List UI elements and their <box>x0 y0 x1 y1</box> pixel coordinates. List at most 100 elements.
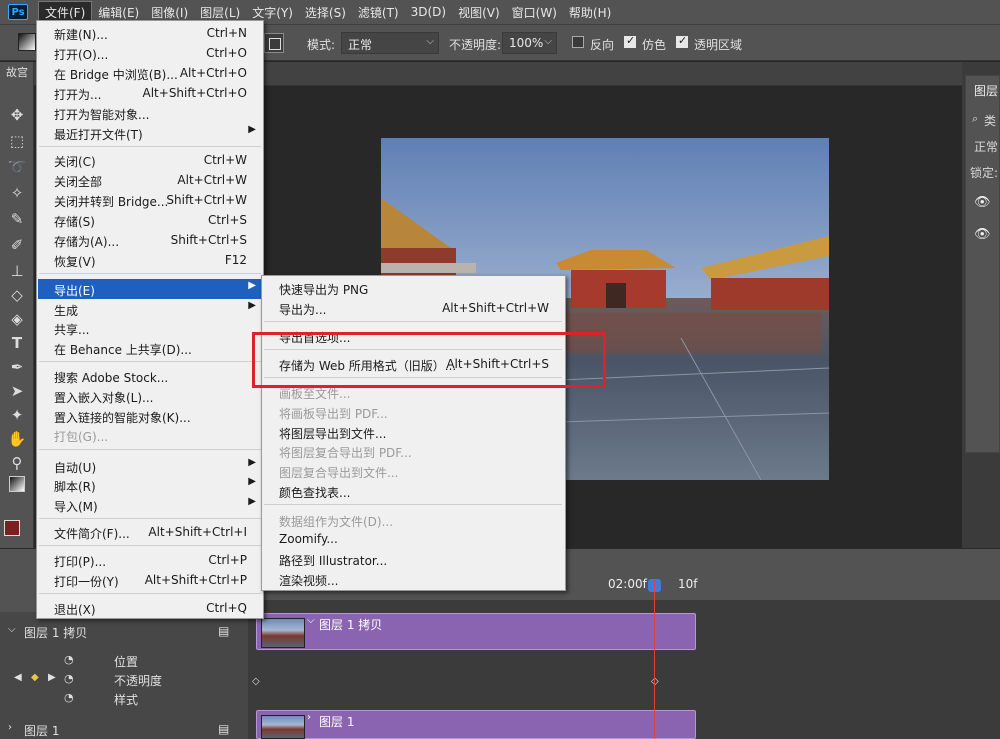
foreground-color-swatch[interactable] <box>4 520 20 536</box>
magic-wand-tool-icon[interactable]: ✧ <box>6 182 28 204</box>
dither-checkbox[interactable] <box>624 34 636 48</box>
menu-item-share-behance[interactable]: 在 Behance 上共享(D)... <box>38 338 263 358</box>
menu-item-automate[interactable]: 自动(U) ▶ <box>38 456 263 476</box>
menu-item-layers-to-files[interactable]: 将图层导出到文件... <box>263 422 565 442</box>
menu-item-place-linked[interactable]: 置入链接的智能对象(K)... <box>38 406 263 426</box>
brush-tool-icon[interactable]: ✐ <box>6 234 28 256</box>
hand-tool-icon[interactable]: ✋ <box>6 428 28 450</box>
menu-item-open[interactable]: 打开(O)... Ctrl+O <box>38 43 263 63</box>
layer-row[interactable]: 👁 <box>966 224 1000 248</box>
menu-separator <box>39 518 261 519</box>
gradient-preset-picker[interactable] <box>18 33 36 51</box>
layers-panel-title: 图层 <box>974 84 999 98</box>
film-icon[interactable]: ▤ <box>218 722 229 736</box>
menu-item-open-as[interactable]: 打开为... Alt+Shift+Ctrl+O <box>38 83 263 103</box>
menu-item-generate[interactable]: 生成 ▶ <box>38 299 263 319</box>
eye-icon[interactable]: 👁 <box>974 195 991 210</box>
stamp-tool-icon[interactable]: ⊥ <box>6 260 28 282</box>
keyframe-diamond-icon[interactable]: ◇ <box>252 676 260 687</box>
chevron-down-icon[interactable]: ⌵ <box>8 624 16 635</box>
menu-item-scripts[interactable]: 脚本(R) ▶ <box>38 475 263 495</box>
menu-item-paths-to-illustrator[interactable]: 路径到 Illustrator... <box>263 549 565 569</box>
document-tab-title: 故宫 <box>6 66 28 79</box>
reverse-checkbox[interactable] <box>572 36 584 48</box>
menu-item-print-one-copy[interactable]: 打印一份(Y) Alt+Shift+Ctrl+P <box>38 570 263 590</box>
search-icon: ⌕ <box>972 112 979 125</box>
eyedropper-tool-icon[interactable]: ✎ <box>6 208 28 230</box>
menu-help[interactable]: 帮助(H) <box>563 2 617 23</box>
dither-label: 仿色 <box>642 38 667 52</box>
layer-filter-row[interactable]: ⌕ 类 <box>966 108 1000 132</box>
menu-separator <box>39 449 261 450</box>
gradient-tool-icon[interactable] <box>9 476 25 492</box>
menu-3d[interactable]: 3D(D) <box>405 3 452 21</box>
menu-item-exit[interactable]: 退出(X) Ctrl+Q <box>38 598 263 618</box>
submenu-arrow-icon: ▶ <box>248 124 256 135</box>
marquee-tool-icon[interactable]: ⬚ <box>6 130 28 152</box>
timeline-clip[interactable]: ⌵ 图层 1 拷贝 <box>256 613 696 650</box>
eye-icon[interactable]: 👁 <box>974 227 991 242</box>
menu-item-render-video[interactable]: 渲染视频... <box>263 569 565 589</box>
menu-item-recent-files[interactable]: 最近打开文件(T) ▶ <box>38 123 263 143</box>
timeline-layer-name: 图层 1 拷贝 <box>24 626 88 640</box>
submenu-arrow-icon: ▶ <box>248 496 256 507</box>
opacity-label: 不透明度: <box>449 38 502 52</box>
keyframe-diamond-icon[interactable]: ◆ <box>31 672 39 683</box>
menu-item-file-info[interactable]: 文件简介(F)... Alt+Shift+Ctrl+I <box>38 522 263 542</box>
stopwatch-icon[interactable]: ◔ <box>64 672 74 685</box>
menu-item-search-adobe-stock[interactable]: 搜索 Adobe Stock... <box>38 366 263 386</box>
film-icon[interactable]: ▤ <box>218 624 229 638</box>
chevron-right-icon[interactable]: › <box>8 722 12 733</box>
menu-item-save-as[interactable]: 存储为(A)... Shift+Ctrl+S <box>38 230 263 250</box>
menu-item-save[interactable]: 存储(S) Ctrl+S <box>38 210 263 230</box>
shape-tool-icon[interactable]: ✦ <box>6 404 28 426</box>
menu-separator <box>264 504 562 505</box>
next-keyframe-icon[interactable]: ▶ <box>48 672 56 683</box>
zoom-tool-icon[interactable]: ⚲ <box>6 452 28 474</box>
menu-item-import[interactable]: 导入(M) ▶ <box>38 495 263 515</box>
menu-separator <box>39 593 261 594</box>
menu-item-revert[interactable]: 恢复(V) F12 <box>38 250 263 270</box>
menu-item-zoomify[interactable]: Zoomify... <box>263 529 565 549</box>
lasso-tool-icon[interactable]: ➰ <box>6 156 28 178</box>
menu-item-new[interactable]: 新建(N)... Ctrl+N <box>38 23 263 43</box>
menu-view[interactable]: 视图(V) <box>452 2 506 23</box>
opacity-input[interactable]: 100% ⌵ <box>502 32 557 54</box>
timeline-layer-row[interactable]: ⌵ 图层 1 拷贝 ▤ <box>0 622 248 642</box>
menu-window[interactable]: 窗口(W) <box>506 2 563 23</box>
timeline-clip[interactable]: › 图层 1 <box>256 710 696 739</box>
gradient-type-icon[interactable] <box>264 33 284 53</box>
type-tool-icon[interactable]: T <box>6 332 28 354</box>
menu-filter[interactable]: 滤镜(T) <box>352 2 405 23</box>
menu-item-export-as[interactable]: 导出为... Alt+Shift+Ctrl+W <box>263 298 565 318</box>
menu-item-close-all[interactable]: 关闭全部 Alt+Ctrl+W <box>38 170 263 190</box>
transparency-checkbox[interactable] <box>676 34 688 48</box>
mode-select[interactable]: 正常 ⌵ <box>341 32 439 54</box>
menu-item-color-lookup-tables[interactable]: 颜色查找表... <box>263 481 565 501</box>
eraser-tool-icon[interactable]: ◇ <box>6 284 28 306</box>
timeline-layer-row[interactable]: › 图层 1 ▤ <box>0 720 248 739</box>
menu-item-close[interactable]: 关闭(C) Ctrl+W <box>38 150 263 170</box>
lock-row: 锁定: <box>966 160 1000 184</box>
menu-item-open-smart-object[interactable]: 打开为智能对象... <box>38 103 263 123</box>
path-select-tool-icon[interactable]: ➤ <box>6 380 28 402</box>
blend-mode-row[interactable]: 正常 <box>966 134 1000 158</box>
layer-row[interactable]: 👁 <box>966 192 1000 216</box>
stopwatch-icon[interactable]: ◔ <box>64 691 74 704</box>
prev-keyframe-icon[interactable]: ◀ <box>14 672 22 683</box>
pen-tool-icon[interactable]: ✒ <box>6 356 28 378</box>
chevron-down-icon: ⌵ <box>426 36 434 47</box>
stopwatch-icon[interactable]: ◔ <box>64 653 74 666</box>
menu-item-browse-bridge[interactable]: 在 Bridge 中浏览(B)... Alt+Ctrl+O <box>38 63 263 83</box>
menu-item-share[interactable]: 共享... <box>38 318 263 338</box>
mode-value: 正常 <box>348 38 373 52</box>
menu-item-place-embedded[interactable]: 置入嵌入对象(L)... <box>38 386 263 406</box>
submenu-arrow-icon: ▶ <box>248 476 256 487</box>
menu-item-export[interactable]: 导出(E) ▶ <box>38 279 263 299</box>
menu-item-quick-export-png[interactable]: 快速导出为 PNG <box>263 278 565 298</box>
menu-select[interactable]: 选择(S) <box>299 2 352 23</box>
menu-item-print[interactable]: 打印(P)... Ctrl+P <box>38 550 263 570</box>
move-tool-icon[interactable]: ✥ <box>6 104 28 126</box>
bucket-tool-icon[interactable]: ◈ <box>6 308 28 330</box>
menu-item-close-go-bridge[interactable]: 关闭并转到 Bridge... Shift+Ctrl+W <box>38 190 263 210</box>
